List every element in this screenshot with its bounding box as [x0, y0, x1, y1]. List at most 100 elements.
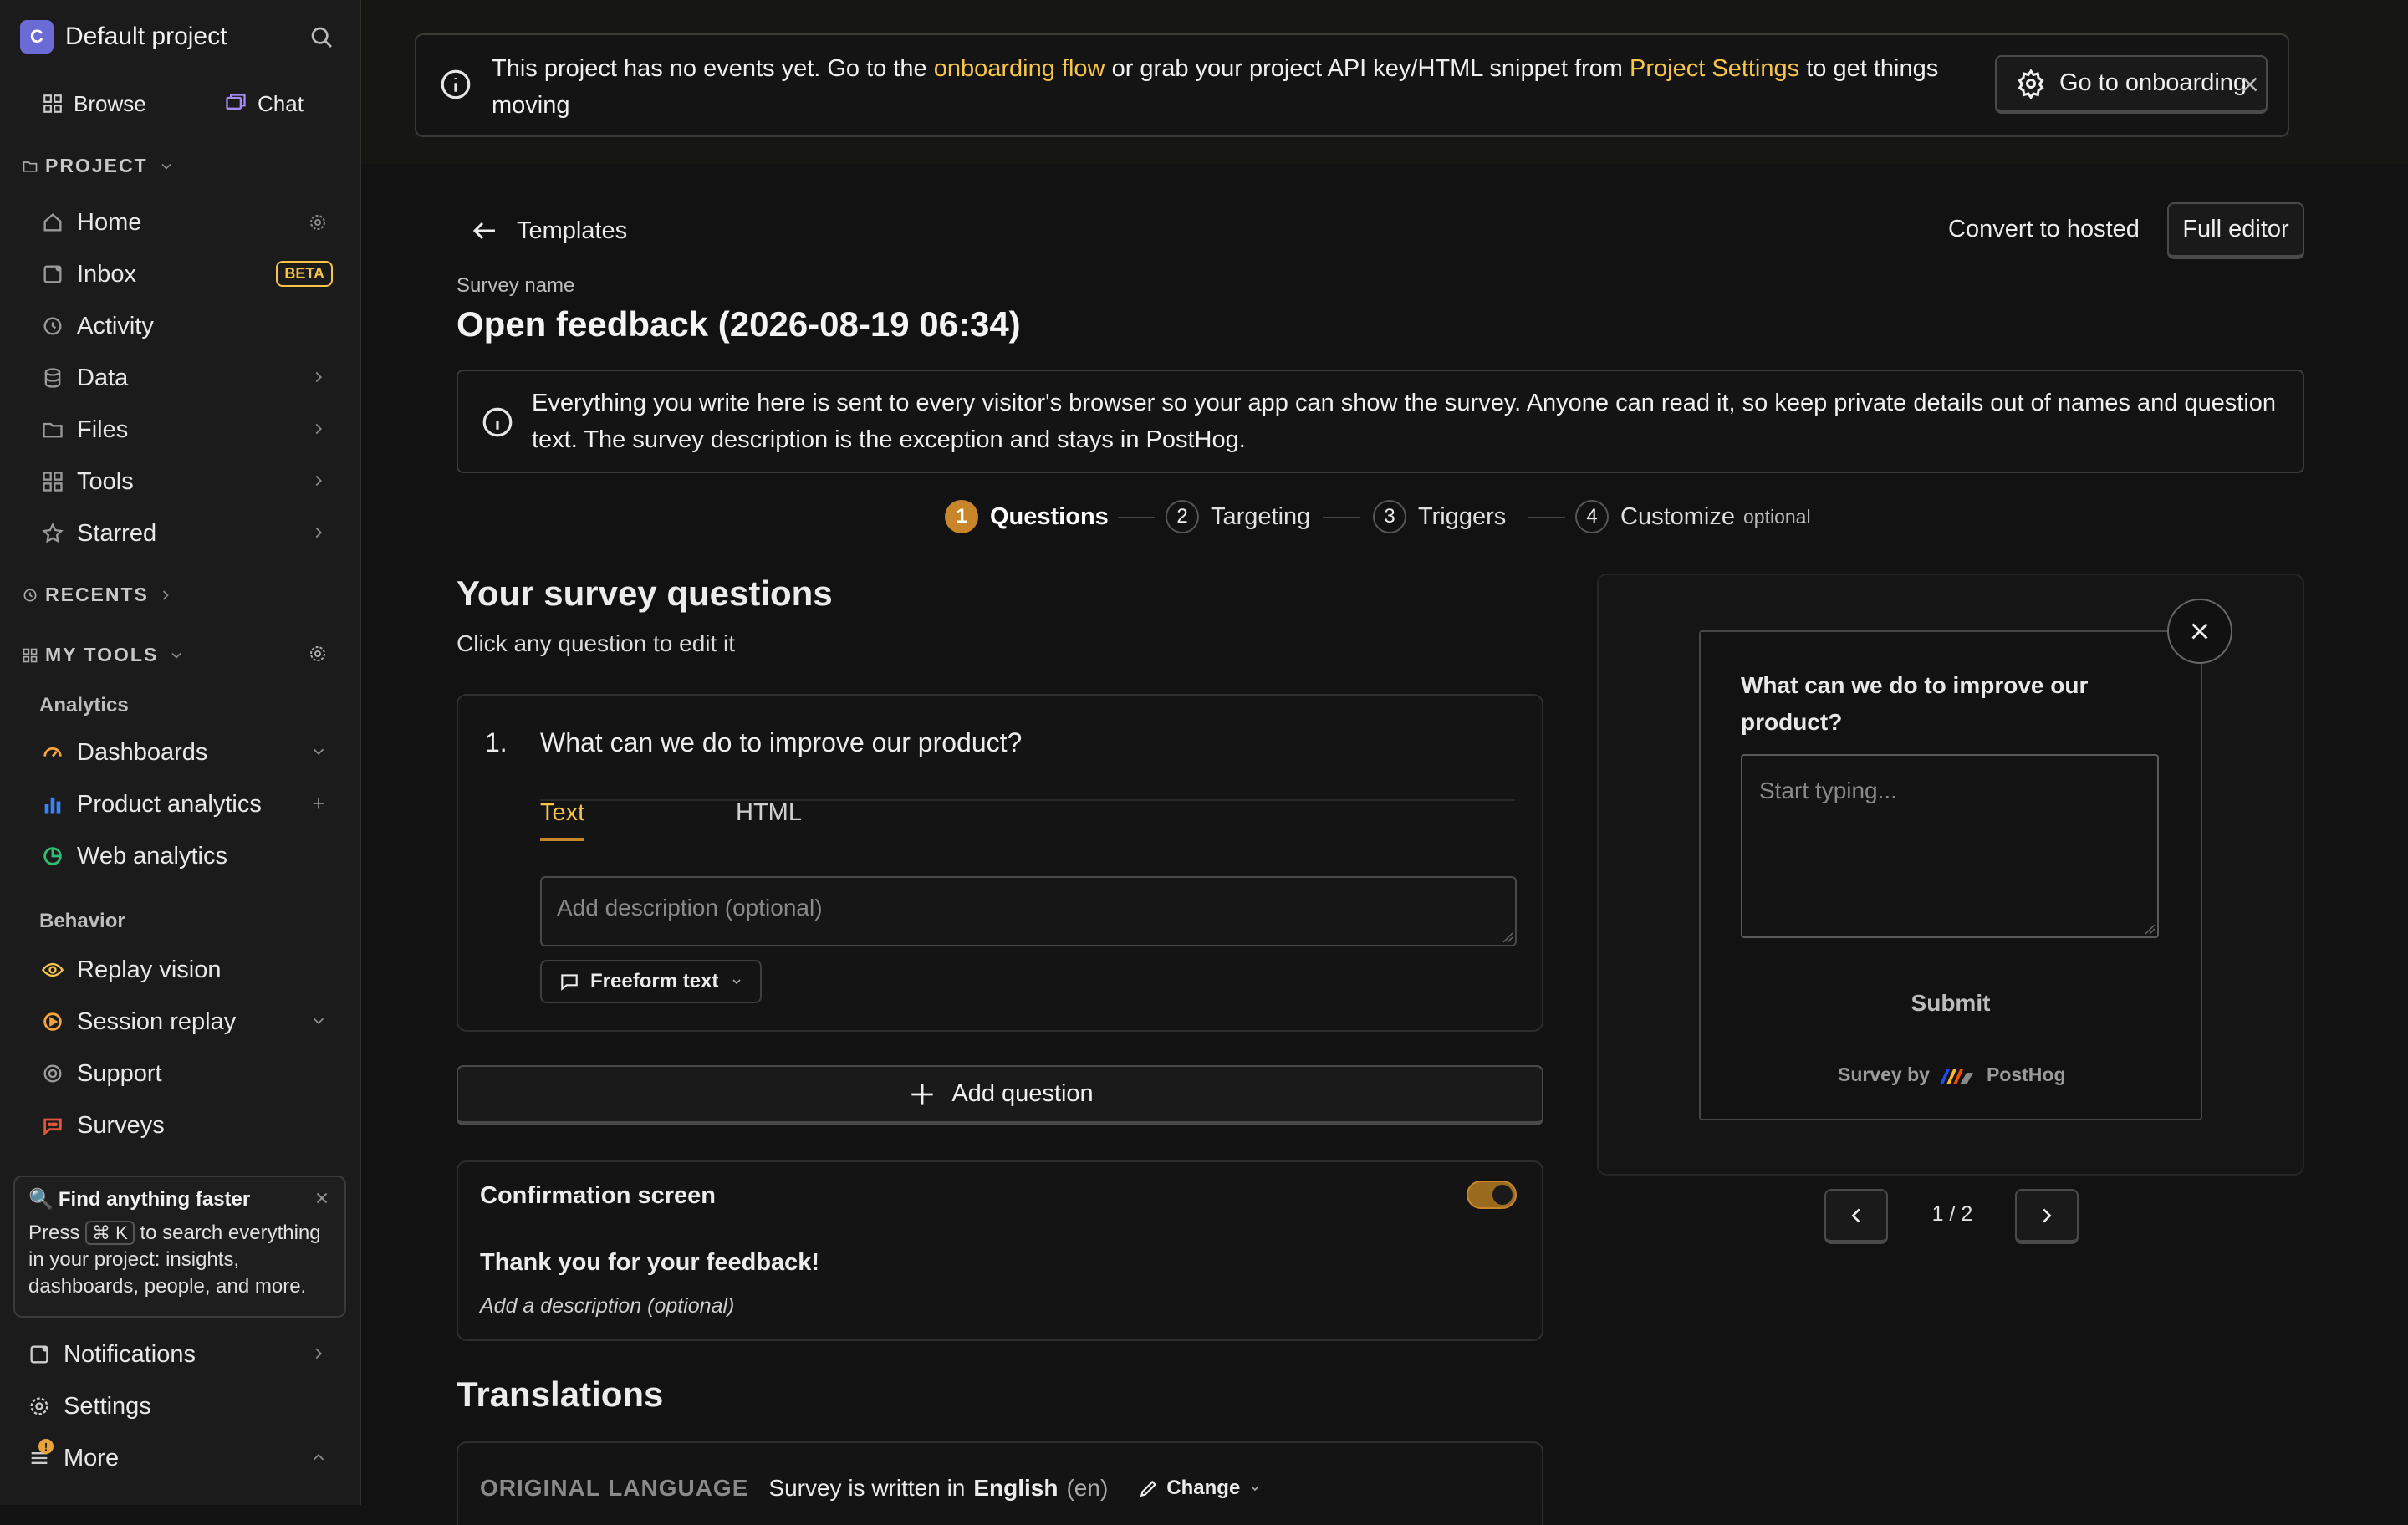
privacy-notice: Everything you write here is sent to eve… [457, 370, 2304, 473]
step-customize[interactable]: 4 Customize optional [1575, 500, 1811, 533]
resize-handle-icon[interactable] [2144, 923, 2155, 935]
project-settings-link[interactable]: Project Settings [1630, 55, 1799, 82]
sidebar-item-label: Files [77, 416, 129, 443]
project-section-label: PROJECT [45, 155, 148, 176]
sidebar-item-product-analytics[interactable]: Product analytics [25, 783, 343, 826]
sidebar-item-settings[interactable]: Settings [12, 1385, 343, 1428]
grid-icon [42, 93, 64, 115]
my-tools-section-header[interactable]: MY TOOLS [22, 644, 185, 666]
chevron-right-icon [309, 420, 328, 438]
sidebar-item-label: Replay vision [77, 956, 222, 983]
gear-icon [27, 1394, 52, 1419]
chat-icon [224, 92, 247, 115]
close-icon[interactable] [313, 1189, 331, 1207]
browse-tab[interactable]: Browse [42, 89, 146, 119]
add-question-button[interactable]: Add question [457, 1065, 1543, 1125]
sidebar-item-label: Dashboards [77, 738, 208, 766]
preview-close-button[interactable] [2167, 599, 2232, 664]
pencil-icon [1138, 1477, 1160, 1499]
sidebar-item-support[interactable]: Support [25, 1052, 343, 1095]
step-label: Triggers [1418, 502, 1507, 530]
step-divider [1323, 517, 1360, 518]
banner-text: This project has no events yet. Go to th… [492, 50, 1972, 124]
confirmation-card[interactable]: Confirmation screen Thank you for your f… [457, 1160, 1543, 1341]
sidebar-item-activity[interactable]: Activity [25, 304, 343, 348]
close-icon[interactable] [2237, 72, 2263, 97]
go-to-onboarding-button[interactable]: Go to onboarding [1995, 55, 2268, 114]
tip-press: Press [28, 1222, 80, 1244]
sidebar-item-dashboards[interactable]: Dashboards [25, 731, 343, 774]
description-input[interactable]: Add description (optional) [540, 876, 1517, 946]
original-language-row: ORIGINAL LANGUAGE Survey is written in E… [480, 1475, 1262, 1502]
eye-icon [40, 957, 65, 982]
project-section-header[interactable]: PROJECT [22, 155, 175, 177]
tab-html[interactable]: HTML [736, 799, 802, 827]
preview-next-button[interactable] [2015, 1189, 2079, 1244]
description-placeholder: Add description (optional) [557, 895, 823, 921]
sidebar-item-label: Tools [77, 467, 134, 495]
step-targeting[interactable]: 2 Targeting [1166, 500, 1310, 533]
convert-to-hosted-button[interactable]: Convert to hosted [1948, 216, 2140, 243]
chevron-down-icon[interactable] [309, 742, 328, 761]
sidebar-item-home[interactable]: Home [25, 201, 343, 244]
survey-name[interactable]: Open feedback (2026-08-19 06:34) [457, 304, 1021, 344]
confirmation-thanks[interactable]: Thank you for your feedback! [480, 1249, 819, 1277]
sidebar-item-data[interactable]: Data [25, 356, 343, 400]
shortcut-key: ⌘ K [85, 1221, 135, 1245]
survey-by-label: Survey by [1838, 1063, 1930, 1085]
step-triggers[interactable]: 3 Triggers [1373, 500, 1506, 533]
step-number: 4 [1575, 500, 1609, 533]
question-type-select[interactable]: Freeform text [540, 960, 763, 1003]
confirmation-toggle[interactable] [1467, 1181, 1517, 1209]
resize-handle-icon[interactable] [1502, 931, 1513, 943]
onboarding-flow-link[interactable]: onboarding flow [934, 55, 1105, 82]
database-icon [40, 365, 65, 390]
tab-text[interactable]: Text [540, 799, 585, 841]
gear-icon[interactable] [308, 212, 328, 232]
search-icon[interactable] [308, 23, 334, 50]
preview-submit-button[interactable]: Submit [1701, 990, 2201, 1017]
main-content: This project has no events yet. Go to th… [361, 0, 2408, 1525]
bell-icon [27, 1342, 52, 1367]
sidebar-item-tools[interactable]: Tools [25, 460, 343, 503]
sidebar-item-notifications[interactable]: Notifications [12, 1333, 343, 1376]
step-questions[interactable]: 1 Questions [945, 500, 1109, 533]
gear-icon[interactable] [308, 644, 328, 664]
change-language-button[interactable]: Change [1138, 1477, 1262, 1500]
sidebar-item-web-analytics[interactable]: Web analytics [25, 834, 343, 878]
project-switcher[interactable]: C Default project [20, 20, 227, 54]
confirmation-description[interactable]: Add a description (optional) [480, 1294, 734, 1318]
full-editor-button[interactable]: Full editor [2167, 202, 2304, 259]
recents-section-header[interactable]: RECENTS [22, 584, 174, 606]
preview-placeholder: Start typing... [1759, 778, 1897, 803]
close-icon [2186, 617, 2214, 645]
brand-label: PostHog [1986, 1063, 2066, 1085]
plus-icon[interactable] [309, 794, 328, 813]
language-code: (en) [1066, 1475, 1109, 1501]
sidebar-item-starred[interactable]: Starred [25, 512, 343, 555]
preview-prev-button[interactable] [1824, 1189, 1888, 1244]
sidebar-item-session-replay[interactable]: Session replay [25, 1000, 343, 1043]
sidebar-item-label: Notifications [64, 1340, 196, 1368]
sidebar-item-replay-vision[interactable]: Replay vision [25, 948, 343, 992]
tip-body: Press ⌘ K to search everything in your p… [28, 1220, 331, 1300]
questions-title: Your survey questions [457, 574, 833, 613]
sidebar-item-label: Web analytics [77, 842, 227, 870]
preview-answer-textarea[interactable]: Start typing... [1741, 754, 2159, 938]
question-card[interactable]: 1. What can we do to improve our product… [457, 694, 1543, 1032]
sidebar-item-label: More [64, 1444, 120, 1471]
sidebar-item-surveys[interactable]: Surveys [25, 1104, 343, 1147]
chevron-down-icon[interactable] [309, 1012, 328, 1030]
sidebar-item-files[interactable]: Files [25, 408, 343, 451]
chat-tab[interactable]: Chat [224, 89, 304, 119]
project-avatar: C [20, 20, 54, 54]
project-name: Default project [65, 23, 227, 50]
sidebar-item-label: Data [77, 364, 129, 391]
tab-divider [540, 799, 1515, 801]
sidebar-item-more[interactable]: ! More [12, 1436, 343, 1480]
sidebar-item-label: Settings [64, 1392, 151, 1420]
back-to-templates[interactable]: Templates [470, 214, 627, 247]
sidebar-item-inbox[interactable]: Inbox BETA [25, 252, 343, 296]
step-label: Customize [1620, 502, 1735, 530]
arrow-left-icon [470, 216, 500, 246]
